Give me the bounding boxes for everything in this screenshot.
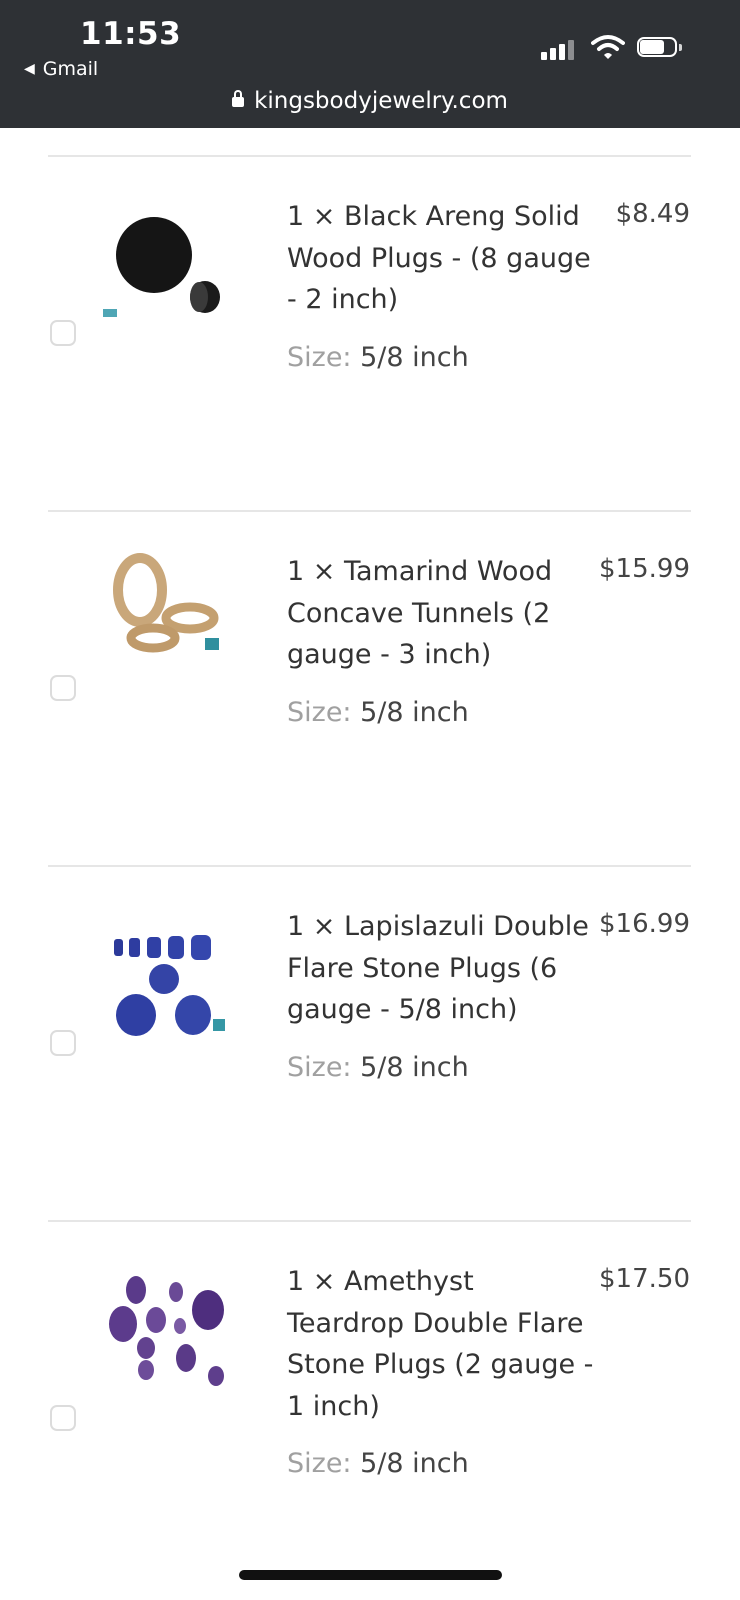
item-price: $8.49 [615, 199, 690, 229]
status-time: 11:53 [80, 16, 182, 52]
item-title[interactable]: 1 × Tamarind Wood Concave Tunnels (2 gau… [287, 551, 597, 676]
item-size: Size: 5/8 inch [287, 1448, 469, 1479]
cart-item: 1 × Tamarind Wood Concave Tunnels (2 gau… [0, 512, 740, 872]
item-price: $17.50 [599, 1264, 690, 1294]
back-app-label: Gmail [42, 58, 99, 80]
size-label: Size: [287, 1052, 352, 1083]
address-bar[interactable]: kingsbodyjewelry.com [0, 88, 740, 114]
wifi-icon [591, 35, 625, 59]
cart-item: 1 × Lapislazuli Double Flare Stone Plugs… [0, 867, 740, 1227]
item-price: $16.99 [599, 909, 690, 939]
item-title[interactable]: 1 × Black Areng Solid Wood Plugs - (8 ga… [287, 196, 597, 321]
size-label: Size: [287, 697, 352, 728]
cart-item: 1 × Black Areng Solid Wood Plugs - (8 ga… [0, 157, 740, 517]
home-indicator[interactable] [239, 1570, 502, 1580]
item-size: Size: 5/8 inch [287, 697, 469, 728]
url-text: kingsbodyjewelry.com [254, 88, 508, 114]
item-price: $15.99 [599, 554, 690, 584]
item-checkbox[interactable] [50, 675, 76, 701]
status-bar: 11:53 ◀ Gmail kingsbodyjewelry.com [0, 0, 740, 128]
cellular-signal-icon [541, 38, 577, 60]
product-image [113, 553, 219, 653]
item-title[interactable]: 1 × Amethyst Teardrop Double Flare Stone… [287, 1261, 597, 1427]
size-label: Size: [287, 1448, 352, 1479]
back-to-app-link[interactable]: ◀ Gmail [24, 58, 98, 80]
item-checkbox[interactable] [50, 320, 76, 346]
item-checkbox[interactable] [50, 1030, 76, 1056]
cart-item: 1 × Amethyst Teardrop Double Flare Stone… [0, 1222, 740, 1582]
item-size: Size: 5/8 inch [287, 1052, 469, 1083]
lock-icon [232, 90, 245, 107]
product-image [109, 1276, 224, 1386]
size-value: 5/8 inch [360, 697, 469, 728]
size-value: 5/8 inch [360, 1052, 469, 1083]
product-image [114, 935, 225, 1036]
item-size: Size: 5/8 inch [287, 342, 469, 373]
back-arrow-icon: ◀ [24, 61, 35, 77]
size-value: 5/8 inch [360, 342, 469, 373]
product-image [103, 217, 220, 317]
battery-icon [637, 37, 683, 61]
size-label: Size: [287, 342, 352, 373]
size-value: 5/8 inch [360, 1448, 469, 1479]
item-title[interactable]: 1 × Lapislazuli Double Flare Stone Plugs… [287, 906, 597, 1031]
item-checkbox[interactable] [50, 1405, 76, 1431]
